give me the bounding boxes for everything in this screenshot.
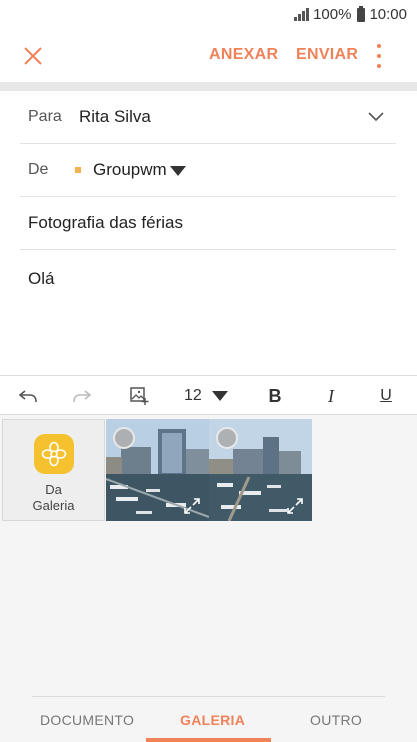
gallery-label-line1: Da: [45, 482, 62, 497]
subject-text[interactable]: Fotografia das férias: [28, 213, 183, 233]
chevron-down-icon[interactable]: [368, 109, 384, 125]
more-options-button[interactable]: [372, 44, 386, 68]
battery-percent: 100%: [313, 6, 352, 23]
message-body[interactable]: Olá: [28, 269, 54, 289]
tab-outro[interactable]: OUTRO: [310, 712, 362, 728]
gallery-icon: [34, 434, 74, 474]
redo-button[interactable]: [70, 384, 94, 408]
status-indicators: 100% 10:00: [294, 5, 407, 23]
gallery-label-line2: Galeria: [32, 498, 75, 513]
open-gallery-button[interactable]: Da Galeria: [2, 419, 105, 521]
font-size-value: 12: [184, 387, 202, 404]
format-toolbar: 12 B I U: [0, 375, 417, 415]
gallery-tile-label: Da Galeria: [3, 482, 104, 514]
clock: 10:00: [369, 6, 407, 23]
to-value[interactable]: Rita Silva: [79, 107, 151, 127]
action-bar: ANEXAR ENVIAR: [0, 30, 417, 82]
signal-icon: [294, 8, 310, 21]
from-value[interactable]: Groupwm: [93, 160, 167, 180]
attach-button[interactable]: ANEXAR: [209, 46, 278, 64]
close-button[interactable]: [20, 43, 46, 69]
attachment-source-tabs: DOCUMENTO GALERIA OUTRO: [32, 696, 385, 742]
header-divider: [0, 82, 417, 91]
italic-button[interactable]: I: [321, 384, 341, 408]
dropdown-arrow-icon[interactable]: [170, 166, 186, 176]
bold-button[interactable]: B: [265, 384, 285, 408]
attachment-panel: Da Galeria DOCUMENTO GALERIA OUTRO: [0, 415, 417, 742]
dropdown-arrow-icon: [211, 391, 228, 401]
send-button[interactable]: ENVIAR: [296, 46, 358, 64]
insert-image-button[interactable]: [127, 384, 151, 408]
expand-icon[interactable]: [286, 497, 304, 515]
tab-galeria[interactable]: GALERIA: [180, 712, 245, 728]
from-field[interactable]: De Groupwm: [20, 144, 396, 197]
insert-image-icon: [130, 387, 149, 405]
close-icon: [24, 47, 42, 65]
battery-icon: [357, 5, 366, 22]
to-field[interactable]: Para Rita Silva: [20, 91, 396, 144]
underline-button[interactable]: U: [376, 384, 396, 408]
undo-button[interactable]: [16, 384, 40, 408]
selected-tab-indicator: [146, 738, 271, 742]
font-size-selector[interactable]: 12: [184, 384, 234, 408]
expand-icon[interactable]: [183, 497, 201, 515]
undo-icon: [18, 390, 37, 403]
select-checkbox[interactable]: [216, 427, 238, 449]
to-label: Para: [28, 108, 62, 125]
tab-documento[interactable]: DOCUMENTO: [40, 712, 134, 728]
account-color-dot: [75, 167, 81, 173]
redo-icon: [73, 390, 92, 403]
photo-thumbnail[interactable]: [106, 419, 209, 521]
more-icon: [377, 44, 381, 48]
select-checkbox[interactable]: [113, 427, 135, 449]
from-label: De: [28, 161, 49, 178]
subject-field[interactable]: Fotografia das férias: [20, 197, 396, 250]
status-bar: 100% 10:00: [0, 0, 417, 30]
photo-thumbnail[interactable]: [209, 419, 312, 521]
